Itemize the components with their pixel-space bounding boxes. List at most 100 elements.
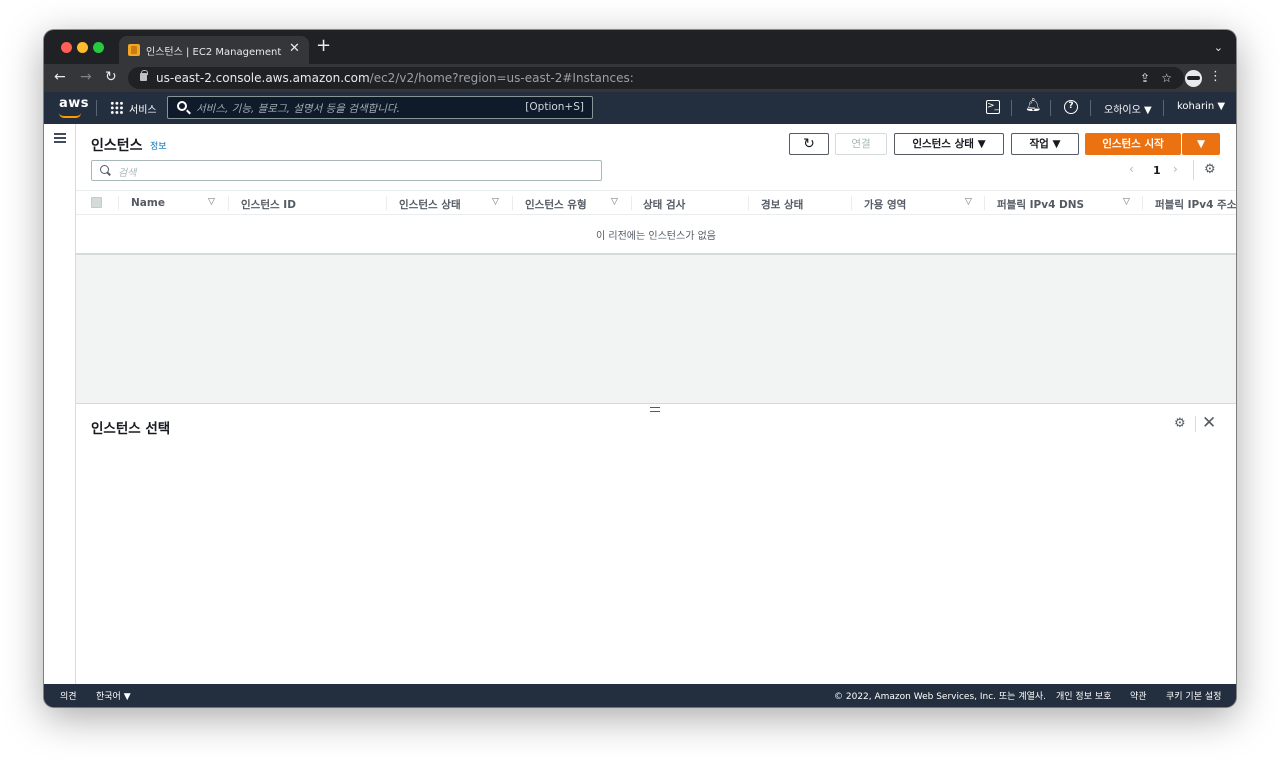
sort-icon[interactable]: ▽ <box>208 197 215 207</box>
table-header: Name ▽ 인스턴스 ID 인스턴스 상태 ▽ 인스턴스 유형 ▽ 상태 검사… <box>76 190 1236 215</box>
column-header[interactable]: 가용 영역 <box>864 197 906 212</box>
menu-icon[interactable] <box>54 133 66 143</box>
column-header[interactable]: 퍼블릭 IPv4 주소 <box>1155 197 1236 212</box>
region-selector[interactable]: 오하이오 ▼ <box>1104 101 1152 116</box>
side-nav-rail <box>44 124 76 684</box>
column-header[interactable]: 인스턴스 유형 <box>525 197 587 212</box>
launch-instance-button[interactable]: 인스턴스 시작 <box>1085 133 1181 155</box>
close-icon[interactable]: ✕ <box>1202 413 1216 433</box>
launch-instance-dropdown[interactable]: ▼ <box>1182 133 1220 155</box>
browser-tab-ec2[interactable]: 인스턴스 | EC2 Management Con ✕ <box>119 36 309 64</box>
language-selector[interactable]: 한국어 ▼ <box>96 689 131 702</box>
gear-icon[interactable]: ⚙ <box>1174 416 1186 431</box>
forward-button[interactable]: → <box>80 69 92 85</box>
share-icon[interactable]: ⇪ <box>1140 71 1150 85</box>
services-menu[interactable]: 서비스 <box>129 101 157 116</box>
column-divider <box>1142 196 1143 210</box>
refresh-button[interactable]: ↻ <box>789 133 829 155</box>
search-icon <box>177 101 187 111</box>
zoom-window-button[interactable] <box>93 42 104 53</box>
aws-search-input[interactable]: 서비스, 기능, 블로그, 설명서 등을 검색합니다. [Option+S] <box>167 96 593 119</box>
console-footer: 의견 한국어 ▼ © 2022, Amazon Web Services, In… <box>44 684 1236 707</box>
lock-icon <box>140 70 148 81</box>
column-header[interactable]: 인스턴스 상태 <box>399 197 461 212</box>
select-all-checkbox[interactable] <box>91 197 102 208</box>
gear-icon[interactable]: ⚙ <box>1204 162 1216 177</box>
terms-link[interactable]: 약관 <box>1130 689 1147 702</box>
connect-button[interactable]: 연결 <box>835 133 887 155</box>
info-link[interactable]: 정보 <box>150 139 167 152</box>
bell-icon[interactable]: 🔔︎ <box>1025 98 1042 113</box>
column-divider <box>984 196 985 210</box>
column-divider <box>512 196 513 210</box>
divider <box>1195 416 1196 432</box>
browser-toolbar: ← → ↻ us-east-2.console.aws.amazon.com/e… <box>44 64 1236 92</box>
sort-icon[interactable]: ▽ <box>492 197 499 207</box>
new-tab-button[interactable]: + <box>316 37 331 55</box>
account-menu[interactable]: koharin ▼ <box>1177 101 1225 112</box>
column-divider <box>228 196 229 210</box>
aws-favicon-icon <box>128 44 140 56</box>
sort-icon[interactable]: ▽ <box>965 197 972 207</box>
help-icon[interactable]: ? <box>1064 100 1078 114</box>
kebab-menu-icon[interactable]: ⋮ <box>1209 69 1222 84</box>
column-header[interactable]: 경보 상태 <box>761 197 803 212</box>
grid-icon[interactable] <box>110 101 123 114</box>
column-header[interactable]: 인스턴스 ID <box>241 197 296 212</box>
resize-handle-icon[interactable] <box>650 407 660 412</box>
browser-tab-bar: 인스턴스 | EC2 Management Con ✕ + ⌄ <box>44 30 1236 64</box>
search-shortcut: [Option+S] <box>525 101 584 113</box>
chevron-down-icon[interactable]: ⌄ <box>1214 41 1223 54</box>
column-header[interactable]: 퍼블릭 IPv4 DNS <box>997 197 1084 212</box>
search-placeholder: 서비스, 기능, 블로그, 설명서 등을 검색합니다. <box>196 103 400 115</box>
search-placeholder: 검색 <box>118 168 137 179</box>
page-title: 인스턴스 <box>91 138 143 154</box>
column-header[interactable]: Name <box>131 197 165 209</box>
sort-icon[interactable]: ▽ <box>611 197 618 207</box>
pagination-page[interactable]: 1 <box>1153 164 1161 177</box>
reload-button[interactable]: ↻ <box>105 69 117 85</box>
instance-search-input[interactable]: 검색 <box>91 160 602 181</box>
close-icon[interactable]: ✕ <box>289 41 300 56</box>
cookie-preferences-link[interactable]: 쿠키 기본 설정 <box>1166 689 1221 702</box>
divider <box>1090 100 1091 116</box>
instance-state-dropdown[interactable]: 인스턴스 상태 ▼ <box>894 133 1004 155</box>
column-divider <box>631 196 632 210</box>
divider <box>96 100 97 116</box>
feedback-link[interactable]: 의견 <box>60 689 77 702</box>
pagination-prev[interactable]: ‹ <box>1129 162 1134 176</box>
url-text: us-east-2.console.aws.amazon.com/ec2/v2/… <box>156 71 634 85</box>
sort-icon[interactable]: ▽ <box>1123 197 1130 207</box>
actions-dropdown[interactable]: 작업 ▼ <box>1011 133 1079 155</box>
table-empty-area <box>76 255 1236 403</box>
aws-logo[interactable]: aws <box>59 96 89 111</box>
profile-avatar[interactable] <box>1185 70 1202 87</box>
copyright-text: © 2022, Amazon Web Services, Inc. 또는 계열사… <box>834 692 1047 702</box>
instances-table-container: 인스턴스 정보 ↻ 연결 인스턴스 상태 ▼ 작업 ▼ 인스턴스 시작 ▼ 검색… <box>76 124 1236 255</box>
url-host: us-east-2.console.aws.amazon.com <box>156 71 370 85</box>
tab-title: 인스턴스 | EC2 Management Con <box>146 47 284 58</box>
divider <box>1011 100 1012 116</box>
close-window-button[interactable] <box>61 42 72 53</box>
cloudshell-icon[interactable]: >_ <box>986 100 1000 114</box>
column-divider <box>851 196 852 210</box>
minimize-window-button[interactable] <box>77 42 88 53</box>
back-button[interactable]: ← <box>54 69 66 85</box>
url-path: /ec2/v2/home?region=us-east-2#Instances: <box>369 71 634 85</box>
divider <box>1193 160 1194 180</box>
column-header[interactable]: 상태 검사 <box>643 197 685 212</box>
column-divider <box>386 196 387 210</box>
search-icon <box>100 165 109 174</box>
empty-table-row: 이 리전에는 인스턴스가 없음 <box>76 215 1236 255</box>
pagination-next[interactable]: › <box>1173 162 1178 176</box>
star-icon[interactable]: ☆ <box>1161 71 1172 85</box>
browser-window: 인스턴스 | EC2 Management Con ✕ + ⌄ ← → ↻ us… <box>44 30 1236 707</box>
column-divider <box>748 196 749 210</box>
address-bar[interactable]: us-east-2.console.aws.amazon.com/ec2/v2/… <box>128 67 1184 89</box>
split-panel: 인스턴스 선택 ⚙ ✕ <box>76 403 1236 684</box>
split-panel-title: 인스턴스 선택 <box>91 421 171 437</box>
column-divider <box>118 196 119 210</box>
privacy-link[interactable]: 개인 정보 보호 <box>1056 689 1111 702</box>
console-content: 인스턴스 정보 ↻ 연결 인스턴스 상태 ▼ 작업 ▼ 인스턴스 시작 ▼ 검색… <box>44 124 1236 684</box>
divider <box>1050 100 1051 116</box>
